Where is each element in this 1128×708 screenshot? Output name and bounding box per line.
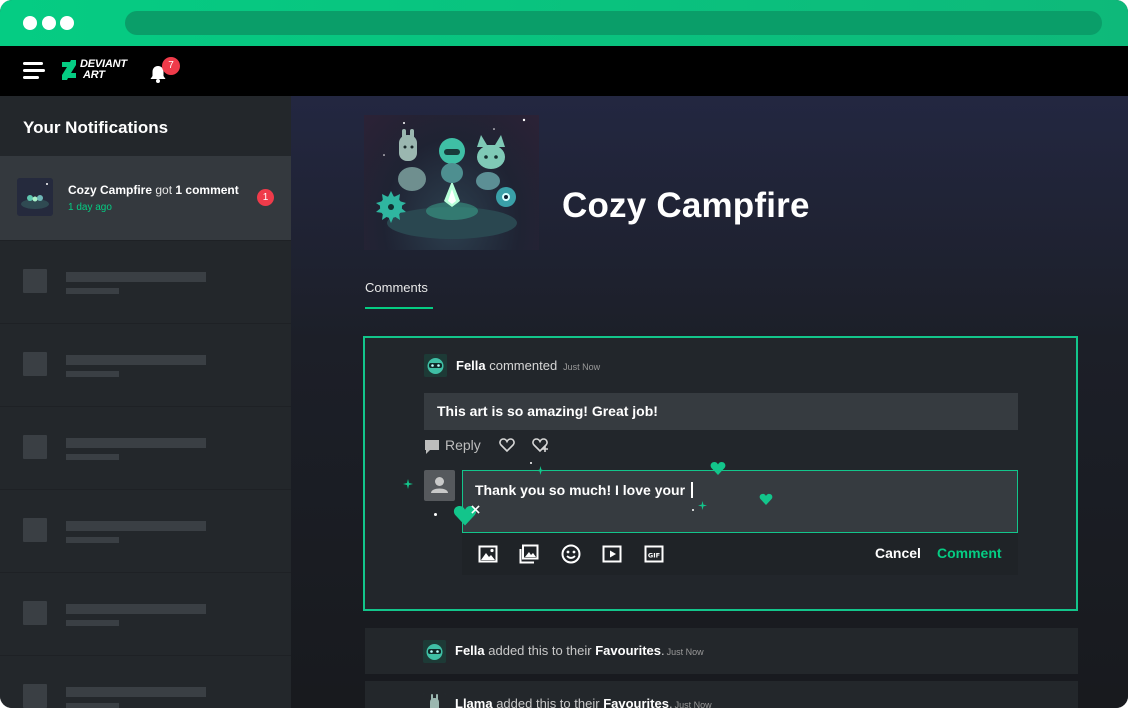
video-icon[interactable] (602, 544, 622, 564)
notification-placeholder (0, 655, 291, 708)
avatar[interactable] (424, 354, 447, 377)
artwork-title: Cozy Campfire (562, 186, 810, 225)
sparkle-dot (530, 462, 532, 464)
favourite-add-icon[interactable] (532, 437, 550, 453)
sparkle-icon (536, 466, 545, 475)
sparkle-icon (403, 479, 413, 489)
activity-text: Llama added this to their Favourites. Jus… (455, 696, 712, 708)
sparkle-icon (698, 501, 707, 510)
comment-header: Fella commented Just Now (456, 358, 601, 373)
notification-placeholder (0, 323, 291, 406)
cancel-button[interactable]: Cancel (875, 545, 921, 561)
gallery-icon[interactable] (519, 544, 539, 564)
browser-chrome (0, 0, 1128, 46)
notification-time: 1 day ago (68, 202, 112, 213)
window-control-close[interactable] (23, 16, 37, 30)
sparkle-dot (434, 513, 437, 516)
sidebar-title: Your Notifications (23, 118, 169, 137)
artwork-thumbnail[interactable] (364, 115, 539, 250)
notification-placeholder (0, 406, 291, 489)
notification-placeholder (0, 240, 291, 323)
reply-toolbar: GIF Cancel Comment (462, 533, 1018, 575)
reply-icon[interactable] (424, 439, 440, 455)
notification-badge: 7 (162, 57, 180, 75)
notifications-sidebar: Your Notifications Cozy Campfire got 1 c… (0, 96, 291, 708)
sparkle-dot (692, 509, 694, 511)
emoji-icon[interactable] (561, 544, 581, 564)
logo-text: DEVIANT ART (80, 58, 127, 81)
reply-button[interactable]: Reply (445, 437, 481, 453)
avatar[interactable] (423, 640, 446, 663)
deviantart-logo-icon (62, 60, 76, 80)
notification-placeholder (0, 572, 291, 655)
heart-sparkle-icon (710, 462, 726, 475)
gif-icon[interactable]: GIF (644, 544, 664, 564)
avatar[interactable] (423, 693, 446, 708)
heart-sparkle-icon (759, 493, 773, 505)
user-avatar (424, 470, 455, 501)
menu-icon[interactable] (23, 62, 45, 80)
activity-row: Llama added this to their Favourites. Jus… (365, 681, 1078, 708)
tab-comments[interactable]: Comments (365, 280, 428, 295)
comment-actions: Reply (424, 437, 624, 457)
top-navigation-bar: DEVIANT ART 7 (0, 46, 1128, 96)
close-icon (471, 505, 480, 514)
svg-text:GIF: GIF (648, 552, 660, 560)
main-content: Cozy Campfire Comments Fella commented Ju… (291, 96, 1128, 708)
comment-time: Just Now (563, 362, 601, 372)
comment-card: Fella commented Just Now This art is so a… (363, 336, 1078, 611)
image-icon[interactable] (478, 544, 498, 564)
window-control-maximize[interactable] (60, 16, 74, 30)
window-control-minimize[interactable] (42, 16, 56, 30)
comment-body: This art is so amazing! Great job! (424, 393, 1018, 430)
text-cursor (691, 482, 694, 498)
notification-thumbnail (17, 178, 53, 216)
heart-icon[interactable] (499, 437, 515, 453)
activity-row: Fella added this to their Favourites. Jus… (365, 628, 1078, 674)
activity-text: Fella added this to their Favourites. Jus… (455, 643, 704, 658)
notification-placeholder (0, 489, 291, 572)
notification-count-badge: 1 (257, 189, 274, 206)
deviantart-logo[interactable]: DEVIANT ART (62, 59, 142, 83)
app-window: DEVIANT ART 7 Your Notifications Cozy Ca… (0, 0, 1128, 708)
tab-active-indicator (365, 307, 433, 309)
address-bar[interactable] (125, 11, 1102, 35)
comment-author[interactable]: Fella (456, 358, 486, 373)
notification-item-active[interactable]: Cozy Campfire got 1 comment 1 day ago 1 (0, 156, 291, 240)
submit-comment-button[interactable]: Comment (937, 545, 1002, 561)
reply-input[interactable]: Thank you so much! I love your (462, 470, 1018, 533)
notification-text: Cozy Campfire got 1 comment (68, 183, 239, 197)
